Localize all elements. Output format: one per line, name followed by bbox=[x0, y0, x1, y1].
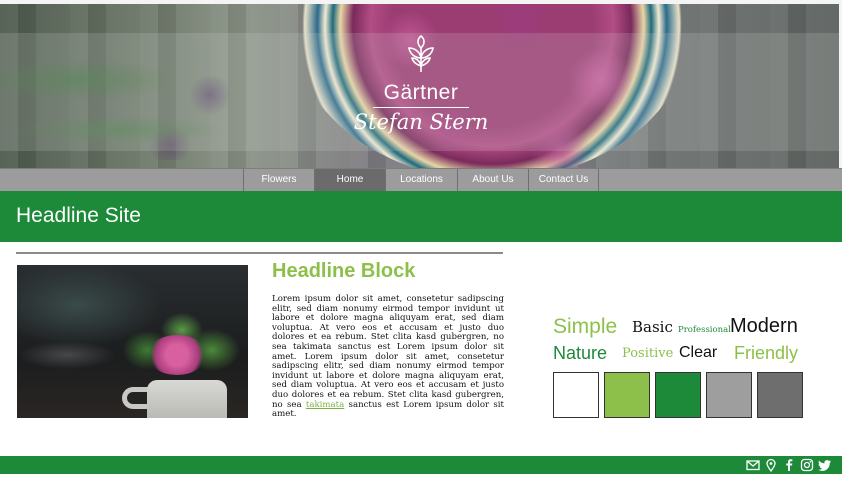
location-pin-icon[interactable] bbox=[764, 458, 778, 473]
word-modern: Modern bbox=[730, 315, 798, 337]
hero-banner: Gärtner Stefan Stern bbox=[0, 0, 842, 168]
nav-item-about-us[interactable]: About Us bbox=[457, 169, 528, 191]
word-simple: Simple bbox=[553, 315, 618, 338]
body-text-start: Lorem ipsum dolor sit amet, consetetur s… bbox=[272, 294, 504, 410]
social-icons bbox=[746, 458, 832, 473]
nav-item-flowers[interactable]: Flowers bbox=[243, 169, 314, 191]
block-headline: Headline Block bbox=[272, 260, 416, 282]
photo-flower bbox=[147, 335, 207, 375]
brand-name: Gärtner bbox=[383, 81, 459, 104]
body-link[interactable]: takimata bbox=[306, 400, 344, 410]
nav-item-locations[interactable]: Locations bbox=[385, 169, 457, 191]
brand-rule bbox=[373, 107, 469, 108]
swatch-white bbox=[553, 372, 599, 418]
word-friendly: Friendly bbox=[734, 343, 799, 363]
photo-pot bbox=[147, 380, 227, 418]
swatch-dark-gray bbox=[757, 372, 803, 418]
body-paragraph: Lorem ipsum dolor sit amet, consetetur s… bbox=[272, 294, 504, 420]
content-divider bbox=[16, 252, 503, 254]
swatch-light-gray bbox=[706, 372, 752, 418]
footer-bar bbox=[0, 456, 842, 474]
word-basic: Basic bbox=[632, 318, 673, 336]
site-headline: Headline Site bbox=[16, 204, 141, 227]
photo-pot-handle bbox=[122, 387, 150, 409]
sprout-logo-icon bbox=[408, 34, 434, 72]
site-logo[interactable]: Gärtner Stefan Stern bbox=[0, 34, 842, 134]
mail-icon[interactable] bbox=[746, 458, 760, 472]
word-professional: Professional bbox=[678, 325, 731, 335]
word-clear: Clear bbox=[679, 344, 718, 361]
brand-subtitle: Stefan Stern bbox=[353, 110, 489, 134]
swatch-light-green bbox=[604, 372, 650, 418]
instagram-icon[interactable] bbox=[800, 458, 814, 472]
word-nature: Nature bbox=[553, 343, 608, 363]
teapot-flower-photo bbox=[17, 265, 248, 418]
swatch-dark-green bbox=[655, 372, 701, 418]
facebook-icon[interactable] bbox=[782, 458, 796, 472]
word-positive: Positive bbox=[622, 346, 674, 361]
main-navbar: Flowers Home Locations About Us Contact … bbox=[0, 168, 842, 191]
site-headline-bar: Headline Site bbox=[0, 191, 842, 242]
hero-top-border bbox=[0, 0, 842, 4]
nav-item-contact-us[interactable]: Contact Us bbox=[528, 169, 599, 191]
twitter-icon[interactable] bbox=[818, 458, 832, 472]
nav-item-home[interactable]: Home bbox=[314, 169, 385, 191]
main-nav: Flowers Home Locations About Us Contact … bbox=[243, 169, 599, 191]
